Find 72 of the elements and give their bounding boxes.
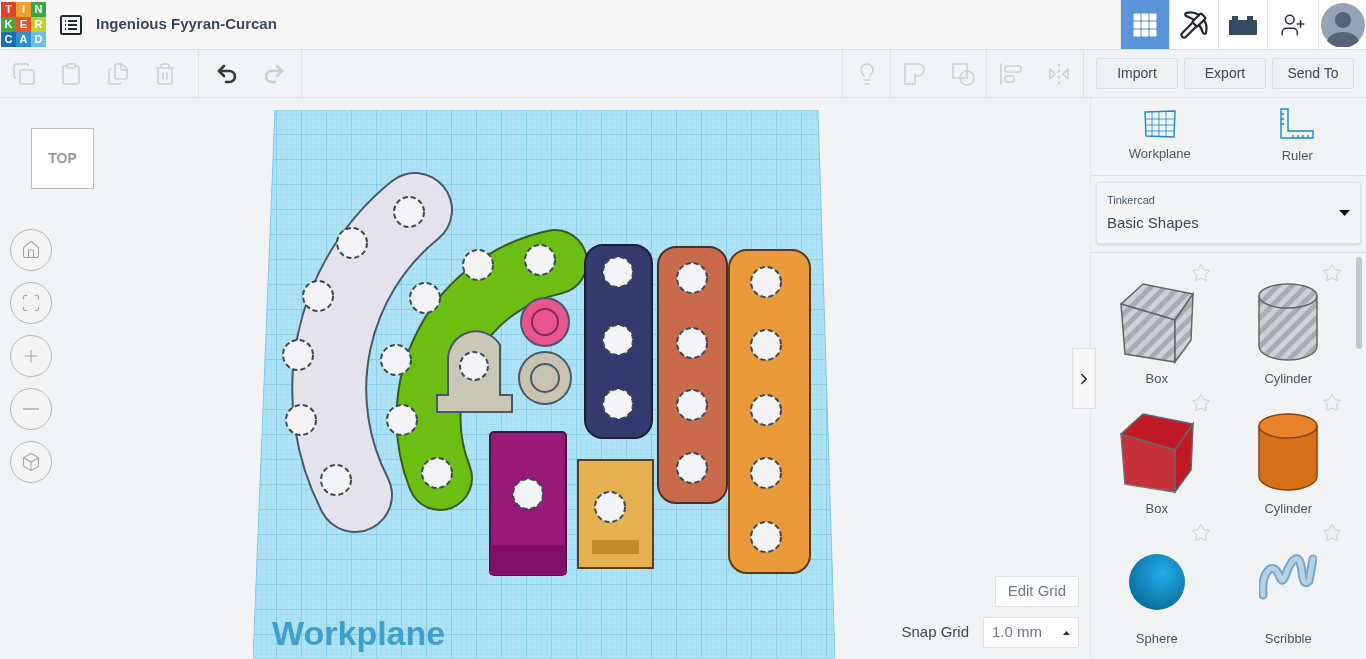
box-hole-drawing[interactable]: [1118, 280, 1195, 364]
design-title[interactable]: Ingenious Fyyran-Curcan: [96, 13, 277, 36]
action-button[interactable]: Export: [1184, 58, 1266, 89]
tinkercad-logo[interactable]: T I N K E R C A D: [1, 2, 46, 47]
shape-tile[interactable]: Box: [1091, 389, 1223, 517]
bracket-part[interactable]: [489, 431, 567, 576]
view-toggle-button[interactable]: [1169, 0, 1218, 49]
favorite-star-icon[interactable]: [1190, 263, 1211, 283]
favorite-star-icon[interactable]: [1322, 263, 1342, 283]
shape-tile[interactable]: Sphere: [1091, 519, 1223, 647]
scrollbar[interactable]: [1356, 257, 1362, 349]
logo-letter: C: [1, 32, 16, 47]
cube-icon: [21, 452, 41, 472]
sphere-drawing[interactable]: [1127, 553, 1186, 611]
bracket-part[interactable]: [577, 459, 654, 569]
straight-link-part[interactable]: [728, 249, 811, 574]
grid-icon: [1133, 12, 1157, 37]
logo-letter: A: [16, 32, 31, 47]
favorite-star-icon[interactable]: [1322, 393, 1342, 413]
logo-letter: R: [31, 17, 46, 32]
logo-letter: N: [31, 2, 46, 17]
round-button-part[interactable]: [520, 297, 570, 347]
workplane-icon: [1142, 109, 1177, 138]
favorite-star-icon[interactable]: [1190, 393, 1211, 413]
avatar-icon[interactable]: [1320, 2, 1365, 47]
view-cube-label: TOP: [48, 149, 77, 168]
panel-tool-button[interactable]: Ruler: [1228, 98, 1366, 175]
logo-letter: I: [16, 2, 31, 17]
cylinder-drawing[interactable]: [1257, 412, 1320, 492]
view-control-button[interactable]: [10, 441, 52, 483]
view-control-button[interactable]: [10, 229, 52, 271]
logo-letter: E: [16, 17, 31, 32]
shape-tile[interactable]: Scribble: [1222, 519, 1354, 647]
snap-grid-label: Snap Grid: [901, 622, 969, 643]
fit-view-icon: [21, 293, 41, 313]
logo-letter: D: [31, 32, 46, 47]
curved-link-part[interactable]: [282, 172, 453, 533]
home-icon: [21, 240, 41, 260]
shape-tile[interactable]: Cylinder: [1222, 259, 1354, 387]
action-button[interactable]: Send To: [1272, 58, 1354, 89]
bracket-part[interactable]: [436, 330, 513, 413]
ruler-icon: [1280, 107, 1315, 140]
action-button[interactable]: Import: [1096, 58, 1178, 89]
logo-letter: T: [1, 2, 16, 17]
favorite-star-icon[interactable]: [1322, 523, 1342, 543]
shape-library-select[interactable]: Tinkercad Basic Shapes: [1096, 182, 1361, 244]
favorite-star-icon[interactable]: [1190, 523, 1211, 543]
add-user-button[interactable]: [1267, 0, 1318, 49]
cylinder-hole-drawing[interactable]: [1257, 282, 1320, 362]
round-button-part[interactable]: [518, 351, 572, 405]
edit-grid-button[interactable]: Edit Grid: [994, 576, 1079, 607]
straight-link-part[interactable]: [584, 244, 653, 439]
curved-link-part[interactable]: [380, 229, 588, 511]
view-control-button[interactable]: [10, 282, 52, 324]
shape-tile[interactable]: Box: [1091, 259, 1223, 387]
view-control-button[interactable]: [10, 388, 52, 430]
view-toggle-button[interactable]: [1218, 0, 1267, 49]
list-icon[interactable]: [60, 14, 82, 35]
straight-link-part[interactable]: [657, 246, 728, 504]
pickaxe-icon: [1179, 9, 1209, 40]
dropdown-caret-icon: [1339, 210, 1350, 216]
logo-letter: K: [1, 17, 16, 32]
panel-tool-button[interactable]: Workplane: [1091, 98, 1229, 175]
shape-tile[interactable]: Cylinder: [1222, 389, 1354, 517]
view-toggle-button[interactable]: [1120, 0, 1169, 49]
caret-icon: [1063, 630, 1070, 635]
snap-grid-select[interactable]: 1.0 mm: [983, 617, 1079, 648]
collapse-panel-button[interactable]: [1072, 348, 1096, 409]
box-drawing[interactable]: [1118, 410, 1195, 494]
brick-icon: [1229, 13, 1257, 36]
view-control-button[interactable]: [10, 335, 52, 377]
workplane-label: Workplane: [272, 616, 446, 650]
